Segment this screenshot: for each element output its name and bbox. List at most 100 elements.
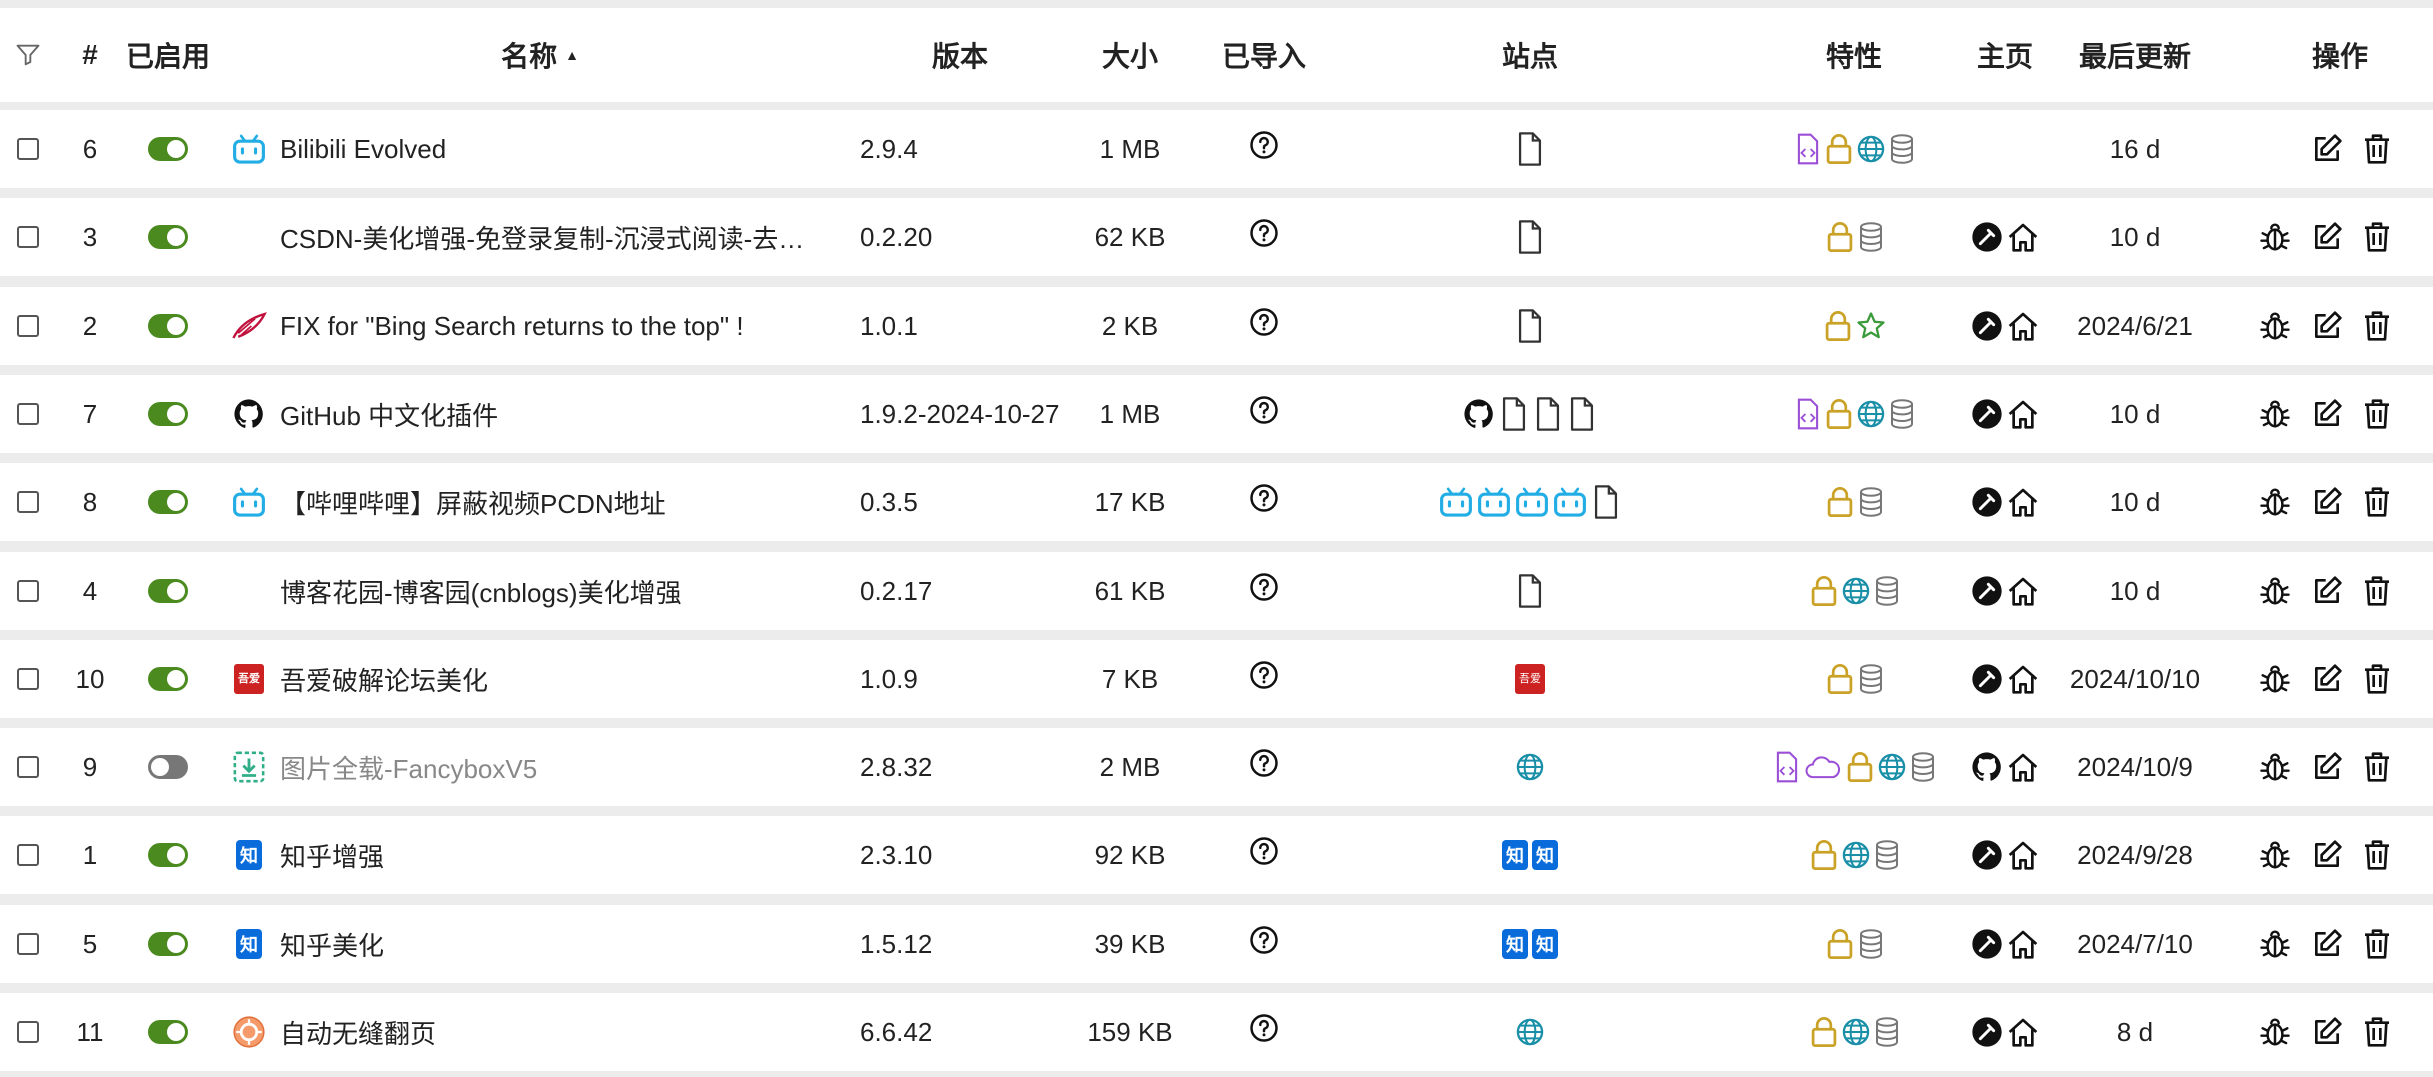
row-select-checkbox[interactable] [17, 580, 39, 602]
lock-icon[interactable] [1810, 840, 1838, 870]
greasyfork-icon[interactable] [1971, 839, 2003, 871]
row-select-checkbox[interactable] [17, 491, 39, 513]
edit-icon[interactable] [2311, 133, 2343, 165]
greasyfork-icon[interactable] [1971, 928, 2003, 960]
bug-icon[interactable] [2260, 486, 2290, 518]
bug-icon[interactable] [2260, 398, 2290, 430]
home-icon[interactable] [2007, 840, 2039, 870]
script-name[interactable]: 知乎美化 [280, 926, 384, 963]
lock-icon[interactable] [1825, 399, 1853, 429]
col-homepage[interactable]: 主页 [1960, 8, 2050, 102]
globe-icon[interactable] [1516, 753, 1544, 781]
question-circle-icon[interactable] [1249, 925, 1279, 955]
github-icon[interactable] [1463, 398, 1495, 430]
script-name[interactable]: 博客花园-博客园(cnblogs)美化增强 [280, 573, 682, 610]
question-circle-icon[interactable] [1249, 395, 1279, 425]
edit-icon[interactable] [2311, 575, 2343, 607]
home-icon[interactable] [2007, 1017, 2039, 1047]
bug-icon[interactable] [2260, 1016, 2290, 1048]
edit-icon[interactable] [2311, 839, 2343, 871]
globe-icon[interactable] [1878, 753, 1906, 781]
edit-icon[interactable] [2311, 221, 2343, 253]
lock-icon[interactable] [1810, 576, 1838, 606]
lock-icon[interactable] [1826, 487, 1854, 517]
bilibili-tv-icon[interactable] [1439, 486, 1473, 518]
enabled-toggle[interactable] [148, 755, 188, 779]
lock-icon[interactable] [1826, 664, 1854, 694]
globe-icon[interactable] [1842, 841, 1870, 869]
greasyfork-icon[interactable] [1971, 221, 2003, 253]
home-icon[interactable] [2007, 311, 2039, 341]
lock-icon[interactable] [1810, 1017, 1838, 1047]
enabled-toggle[interactable] [148, 843, 188, 867]
home-icon[interactable] [2007, 399, 2039, 429]
question-circle-icon[interactable] [1249, 1013, 1279, 1043]
question-circle-icon[interactable] [1249, 572, 1279, 602]
home-icon[interactable] [2007, 664, 2039, 694]
database-icon[interactable] [1858, 664, 1884, 694]
enabled-toggle[interactable] [148, 490, 188, 514]
edit-icon[interactable] [2311, 486, 2343, 518]
col-name[interactable]: 名称 ▲ [440, 8, 640, 102]
home-icon[interactable] [2007, 752, 2039, 782]
edit-icon[interactable] [2311, 663, 2343, 695]
greasyfork-icon[interactable] [1971, 486, 2003, 518]
bilibili-tv-icon[interactable] [1553, 486, 1587, 518]
bug-icon[interactable] [2260, 663, 2290, 695]
filter-icon[interactable] [8, 8, 48, 102]
col-size[interactable]: 大小 [1080, 8, 1180, 102]
trash-icon[interactable] [2362, 751, 2392, 783]
file-icon[interactable] [1515, 220, 1545, 254]
enabled-toggle[interactable] [148, 579, 188, 603]
trash-icon[interactable] [2362, 839, 2392, 871]
trash-icon[interactable] [2362, 1016, 2392, 1048]
zhihu-icon[interactable]: 知 [1502, 929, 1528, 959]
home-icon[interactable] [2007, 576, 2039, 606]
edit-icon[interactable] [2311, 398, 2343, 430]
enabled-toggle[interactable] [148, 137, 188, 161]
question-circle-icon[interactable] [1249, 483, 1279, 513]
globe-icon[interactable] [1842, 577, 1870, 605]
globe-icon[interactable] [1857, 400, 1885, 428]
question-circle-icon[interactable] [1249, 836, 1279, 866]
script-name[interactable]: 【哔哩哔哩】屏蔽视频PCDN地址 [280, 484, 666, 521]
database-icon[interactable] [1874, 1017, 1900, 1047]
question-circle-icon[interactable] [1249, 130, 1279, 160]
file-icon[interactable] [1533, 397, 1563, 431]
database-icon[interactable] [1874, 576, 1900, 606]
enabled-toggle[interactable] [148, 932, 188, 956]
zhihu-icon[interactable]: 知 [1532, 929, 1558, 959]
bilibili-tv-icon[interactable] [1515, 486, 1549, 518]
bilibili-tv-icon[interactable] [1477, 486, 1511, 518]
enabled-toggle[interactable] [148, 402, 188, 426]
row-select-checkbox[interactable] [17, 403, 39, 425]
globe-icon[interactable] [1857, 135, 1885, 163]
home-icon[interactable] [2007, 487, 2039, 517]
star-icon[interactable] [1856, 311, 1886, 341]
code-icon[interactable] [1795, 133, 1821, 165]
greasyfork-icon[interactable] [1971, 1016, 2003, 1048]
file-icon[interactable] [1515, 574, 1545, 608]
file-icon[interactable] [1515, 309, 1545, 343]
database-icon[interactable] [1858, 929, 1884, 959]
bug-icon[interactable] [2260, 928, 2290, 960]
script-name[interactable]: FIX for "Bing Search returns to the top"… [280, 311, 744, 342]
edit-icon[interactable] [2311, 310, 2343, 342]
enabled-toggle[interactable] [148, 1020, 188, 1044]
greasyfork-icon[interactable] [1971, 663, 2003, 695]
lock-icon[interactable] [1824, 311, 1852, 341]
script-name[interactable]: 吾爱破解论坛美化 [280, 661, 488, 698]
trash-icon[interactable] [2362, 928, 2392, 960]
col-sites[interactable]: 站点 [1470, 8, 1590, 102]
database-icon[interactable] [1889, 134, 1915, 164]
greasyfork-icon[interactable] [1971, 398, 2003, 430]
globe-icon[interactable] [1516, 1018, 1544, 1046]
database-icon[interactable] [1910, 752, 1936, 782]
row-select-checkbox[interactable] [17, 1021, 39, 1043]
lock-icon[interactable] [1825, 134, 1853, 164]
database-icon[interactable] [1889, 399, 1915, 429]
file-icon[interactable] [1567, 397, 1597, 431]
bug-icon[interactable] [2260, 839, 2290, 871]
row-select-checkbox[interactable] [17, 668, 39, 690]
script-name[interactable]: GitHub 中文化插件 [280, 396, 498, 433]
